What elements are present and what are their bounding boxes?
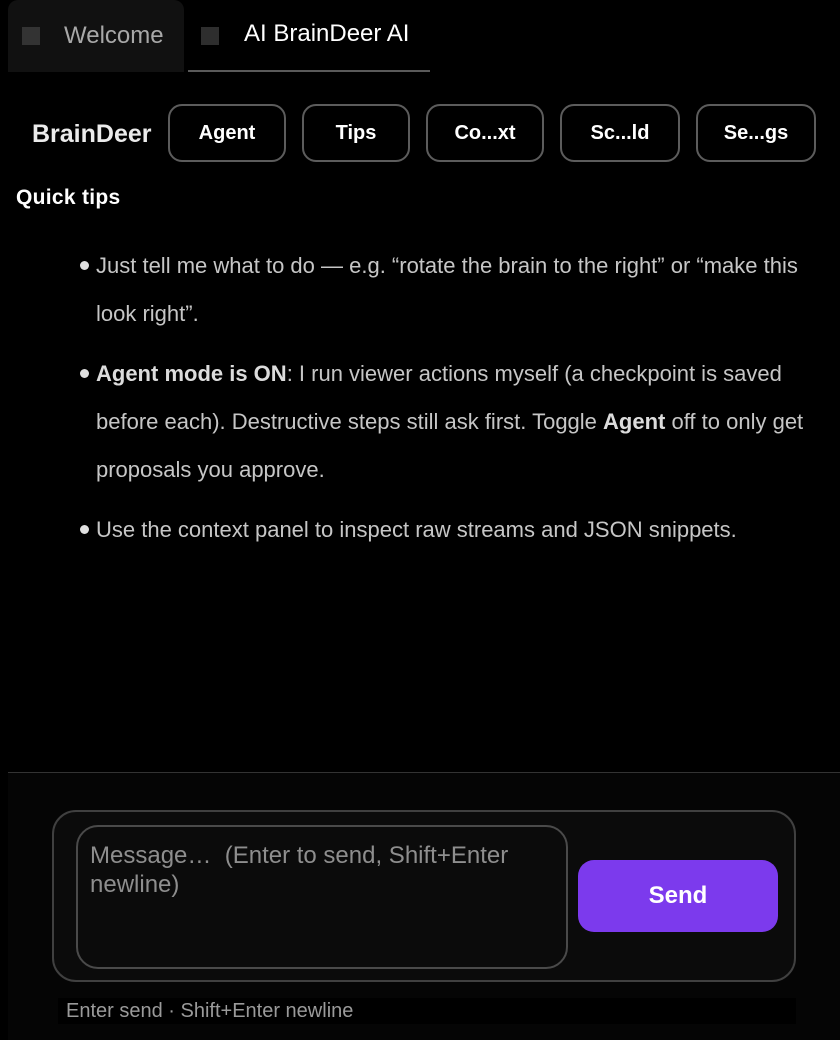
tab-welcome-label: Welcome — [64, 22, 164, 49]
quick-tips-heading: Quick tips — [16, 186, 121, 209]
tip-text: Use the context panel to inspect raw str… — [96, 517, 737, 542]
tips-list: Just tell me what to do — e.g. “rotate t… — [80, 242, 822, 566]
list-item: Agent mode is ON: I run viewer actions m… — [80, 350, 822, 494]
list-item: Use the context panel to inspect raw str… — [80, 506, 822, 554]
send-button[interactable]: Send — [578, 860, 778, 932]
bullet-icon — [80, 369, 89, 378]
tab-bar: Welcome AI BrainDeer AI — [8, 0, 840, 72]
tab-ai-label: AI BrainDeer AI — [244, 20, 410, 47]
tab-file-icon — [201, 27, 219, 45]
brand-title: BrainDeer — [32, 120, 152, 148]
scaffold-button[interactable]: Sc...ld — [560, 104, 680, 162]
tab-welcome[interactable]: Welcome — [8, 0, 184, 72]
tab-file-icon — [22, 27, 40, 45]
tip-bold-text: Agent mode is ON — [96, 361, 287, 386]
tip-bold-text: Agent — [603, 409, 666, 434]
message-input[interactable] — [76, 825, 568, 969]
tab-ai-braindeer[interactable]: AI BrainDeer AI — [188, 0, 430, 72]
settings-button[interactable]: Se...gs — [696, 104, 816, 162]
agent-button[interactable]: Agent — [168, 104, 286, 162]
keyboard-hint: Enter send · Shift+Enter newline — [66, 1000, 354, 1022]
list-item: Just tell me what to do — e.g. “rotate t… — [80, 242, 822, 338]
tips-button[interactable]: Tips — [302, 104, 410, 162]
tip-text: Just tell me what to do — e.g. “rotate t… — [96, 253, 798, 326]
hint-bar: Enter send · Shift+Enter newline — [58, 998, 796, 1024]
bullet-icon — [80, 261, 89, 270]
composer-box: Send — [52, 810, 796, 982]
bullet-icon — [80, 525, 89, 534]
context-button[interactable]: Co...xt — [426, 104, 544, 162]
